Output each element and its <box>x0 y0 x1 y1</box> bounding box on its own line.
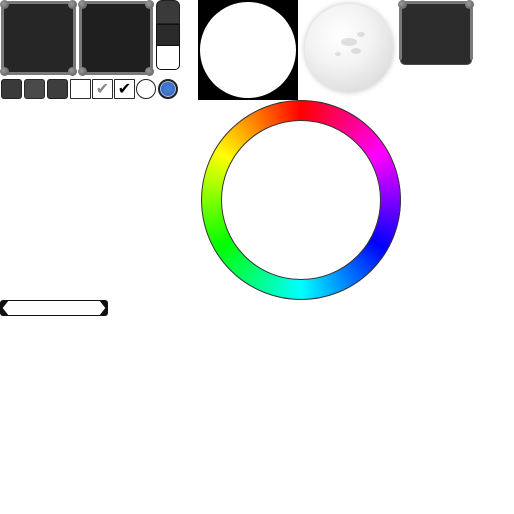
bracket-top-line <box>6 300 102 301</box>
corner-handle <box>78 0 87 9</box>
white-circle-swatch <box>198 0 298 100</box>
check-icon: ✔ <box>95 79 110 98</box>
panel-border-top <box>405 1 467 4</box>
corner-handle <box>145 0 154 9</box>
corner-handle <box>0 67 9 76</box>
bracket-left-cap <box>0 300 9 316</box>
corner-handle <box>398 0 407 9</box>
button-dark-pressed[interactable] <box>47 79 68 99</box>
radio-selected[interactable] <box>158 79 178 99</box>
scrollbar-thumb-top[interactable] <box>156 0 180 24</box>
corner-handle <box>145 67 154 76</box>
panel-border-right <box>470 7 473 60</box>
corner-handle <box>68 0 77 9</box>
panel-small <box>398 0 474 65</box>
corner-handle <box>0 0 9 9</box>
check-icon: ✔ <box>117 79 132 98</box>
panel-border-bottom <box>7 72 70 75</box>
panel-border-left <box>79 7 82 69</box>
white-circle <box>200 2 296 98</box>
hue-ring-inner-border <box>221 120 381 280</box>
slider-track-bracket[interactable] <box>0 300 108 316</box>
panel-border-top <box>85 1 147 4</box>
panel-border-left <box>399 7 402 60</box>
panel-large-2 <box>78 0 154 76</box>
checkbox-checked-disabled[interactable]: ✔ <box>92 79 113 99</box>
bracket-bottom-line <box>6 315 102 316</box>
corner-handle <box>78 67 87 76</box>
button-dark-hover[interactable] <box>24 79 45 99</box>
checkbox-unchecked[interactable] <box>70 79 91 99</box>
scrollbar-thumb[interactable] <box>156 24 180 46</box>
panel-border-left <box>1 7 4 69</box>
button-dark-normal[interactable] <box>1 79 22 99</box>
corner-handle <box>68 67 77 76</box>
panel-border-bottom <box>85 72 147 75</box>
checkbox-checked[interactable]: ✔ <box>114 79 135 99</box>
scrollbar-track[interactable] <box>156 46 180 70</box>
moon-icon <box>305 4 393 92</box>
bracket-right-cap <box>99 300 108 316</box>
panel-border-right <box>73 7 76 69</box>
panel-border-top <box>7 1 70 4</box>
corner-handle <box>465 0 474 9</box>
panel-large-1 <box>0 0 77 76</box>
panel-border-right <box>150 7 153 69</box>
radio-unselected[interactable] <box>136 79 156 99</box>
scrollbar-strip[interactable] <box>156 0 180 70</box>
